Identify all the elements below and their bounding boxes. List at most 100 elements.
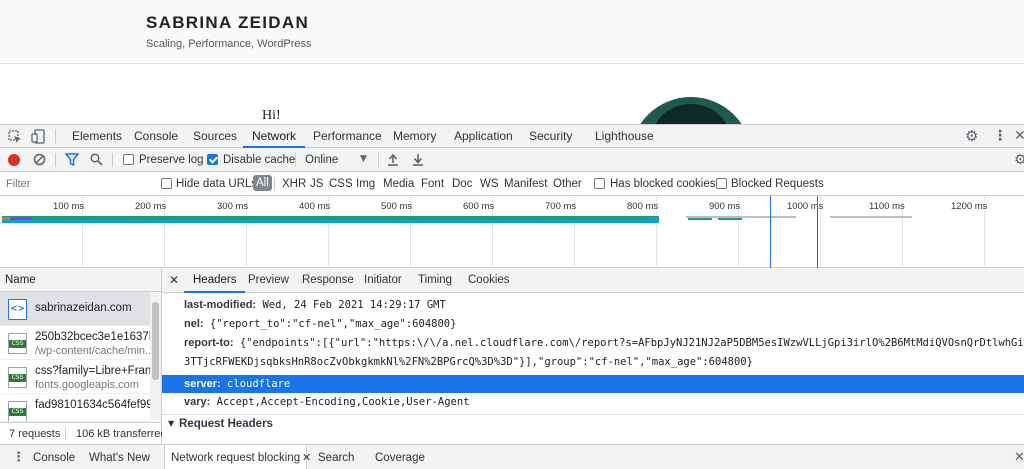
filter-input[interactable] xyxy=(2,175,150,192)
separator xyxy=(378,153,379,167)
expand-triangle-icon[interactable]: ▼ xyxy=(168,420,174,428)
tick-label: 1100 ms xyxy=(869,201,905,212)
blocked-requests-checkbox[interactable] xyxy=(716,178,727,189)
request-list-scrollbar[interactable] xyxy=(150,292,161,420)
blocked-requests-label[interactable]: Blocked Requests xyxy=(731,178,824,190)
tab-sources[interactable]: Sources xyxy=(193,125,237,148)
header-key: report-to: xyxy=(184,337,234,349)
tick-label: 100 ms xyxy=(53,201,85,212)
has-blocked-cookies-label[interactable]: Has blocked cookies xyxy=(610,178,715,190)
timeline-overview[interactable]: 100 ms 200 ms 300 ms 400 ms 500 ms 600 m… xyxy=(0,196,1024,268)
filter-type-media[interactable]: Media xyxy=(383,178,414,190)
tab-headers[interactable]: Headers xyxy=(184,268,246,293)
header-row-nel[interactable]: nel: {"report_to":"cf-nel","max_age":604… xyxy=(184,318,456,330)
tab-timing[interactable]: Timing xyxy=(418,268,452,293)
throttling-select[interactable]: Online xyxy=(305,154,338,166)
header-row-last-modified[interactable]: last-modified: Wed, 24 Feb 2021 14:29:17… xyxy=(184,299,446,311)
tab-elements[interactable]: Elements xyxy=(72,125,122,148)
close-details-icon[interactable]: ✕ xyxy=(169,274,179,286)
tab-security[interactable]: Security xyxy=(529,125,572,148)
separator xyxy=(55,153,56,167)
request-list: Name sabrinazeidan.com 250b32bcec3e1e163… xyxy=(0,268,167,444)
drawer-tab-console[interactable]: Console xyxy=(33,445,75,469)
header-key: nel: xyxy=(184,318,204,330)
name-column-label: Name xyxy=(5,274,36,286)
record-icon[interactable] xyxy=(8,154,20,166)
name-column-header[interactable]: Name xyxy=(0,268,161,292)
drawer-tab-coverage[interactable]: Coverage xyxy=(375,445,425,469)
close-drawer-icon[interactable]: ✕ xyxy=(1014,451,1024,464)
devtools-panel: Elements Console Sources Network Perform… xyxy=(0,124,1024,469)
network-toolbar: Preserve log Disable cache Online ▼ ⚙ xyxy=(0,148,1024,172)
filter-type-other[interactable]: Other xyxy=(553,178,582,190)
filter-type-font[interactable]: Font xyxy=(421,178,444,190)
filter-type-manifest[interactable]: Manifest xyxy=(504,178,547,190)
request-headers-section-title[interactable]: Request Headers xyxy=(179,418,273,430)
tab-preview[interactable]: Preview xyxy=(248,268,289,293)
hide-data-urls-checkbox[interactable] xyxy=(161,178,172,189)
tick-label: 1200 ms xyxy=(951,201,988,212)
filter-type-css[interactable]: CSS xyxy=(329,178,353,190)
filter-type-doc[interactable]: Doc xyxy=(452,178,472,190)
disable-cache-label[interactable]: Disable cache xyxy=(223,154,295,166)
drawer-tab-network-request-blocking[interactable]: Network request blocking xyxy=(164,445,308,469)
filter-type-ws[interactable]: WS xyxy=(480,178,499,190)
transferred-size: 106 kB transferred xyxy=(76,428,167,440)
tab-response[interactable]: Response xyxy=(302,268,354,293)
scrollbar-thumb[interactable] xyxy=(152,302,159,380)
hide-data-urls-label[interactable]: Hide data URLs xyxy=(176,178,257,190)
filter-type-xhr[interactable]: XHR xyxy=(282,178,306,190)
header-value: {"endpoints":[{"url":"https:\/\/a.nel.cl… xyxy=(239,337,1024,349)
tab-initiator[interactable]: Initiator xyxy=(364,268,402,293)
separator xyxy=(65,427,66,440)
details-tab-bar: ✕ Headers Preview Response Initiator Tim… xyxy=(162,268,1024,293)
tab-console[interactable]: Console xyxy=(134,125,178,148)
import-har-icon[interactable] xyxy=(387,153,399,169)
has-blocked-cookies-checkbox[interactable] xyxy=(594,178,605,189)
search-icon[interactable] xyxy=(90,153,103,169)
close-drawer-tab-icon[interactable]: ✕ xyxy=(302,452,311,463)
request-row[interactable]: css?family=Libre+Frank... fonts.googleap… xyxy=(0,360,150,394)
section-divider xyxy=(162,414,1024,415)
preserve-log-checkbox[interactable] xyxy=(123,154,134,165)
site-title[interactable]: SABRINA ZEIDAN xyxy=(146,13,309,33)
filter-funnel-icon[interactable] xyxy=(64,153,80,169)
tick-label: 300 ms xyxy=(217,201,249,212)
tab-lighthouse[interactable]: Lighthouse xyxy=(595,125,654,148)
request-row[interactable]: sabrinazeidan.com xyxy=(0,292,150,326)
header-row-server-selected[interactable]: server: cloudflare xyxy=(162,375,1024,393)
tab-application[interactable]: Application xyxy=(454,125,513,148)
request-count: 7 requests xyxy=(9,428,61,440)
filter-type-all[interactable]: All xyxy=(253,175,272,191)
chevron-down-icon[interactable]: ▼ xyxy=(360,155,367,164)
drawer-tab-search[interactable]: Search xyxy=(318,445,354,469)
header-row-vary[interactable]: vary: Accept,Accept-Encoding,Cookie,User… xyxy=(184,396,470,408)
filter-type-img[interactable]: Img xyxy=(356,178,375,190)
settings-gear-icon[interactable]: ⚙ xyxy=(965,129,978,144)
drawer-menu-icon[interactable]: ⋮ xyxy=(12,451,25,464)
request-details: ✕ Headers Preview Response Initiator Tim… xyxy=(162,268,1024,444)
network-settings-gear-icon[interactable]: ⚙ xyxy=(1014,153,1024,167)
drawer-tab-whats-new[interactable]: What's New xyxy=(89,445,150,469)
request-row[interactable]: 250b32bcec3e1e1637b... /wp-content/cache… xyxy=(0,326,150,360)
clear-icon[interactable] xyxy=(33,153,46,169)
more-options-icon[interactable]: ⋮ xyxy=(993,129,1007,143)
request-row[interactable]: fad98101634c564fef995... xyxy=(0,394,150,422)
preserve-log-label[interactable]: Preserve log xyxy=(139,154,204,166)
filter-type-js[interactable]: JS xyxy=(310,178,323,190)
tick-label: 400 ms xyxy=(299,201,331,212)
header-value: cloudflare xyxy=(227,378,291,390)
domcontentloaded-marker xyxy=(770,196,771,268)
header-row-report-to[interactable]: report-to: {"endpoints":[{"url":"https:\… xyxy=(184,337,1024,349)
css-file-icon xyxy=(8,367,27,388)
tab-performance[interactable]: Performance xyxy=(313,125,382,148)
tab-cookies[interactable]: Cookies xyxy=(468,268,510,293)
disable-cache-checkbox[interactable] xyxy=(207,154,218,165)
close-devtools-icon[interactable]: ✕ xyxy=(1014,129,1024,143)
tab-memory[interactable]: Memory xyxy=(393,125,436,148)
export-har-icon[interactable] xyxy=(412,153,424,169)
inspect-element-icon[interactable] xyxy=(8,130,22,147)
tick-label: 600 ms xyxy=(463,201,495,212)
tab-network[interactable]: Network xyxy=(243,125,306,148)
device-toolbar-icon[interactable] xyxy=(31,129,45,147)
